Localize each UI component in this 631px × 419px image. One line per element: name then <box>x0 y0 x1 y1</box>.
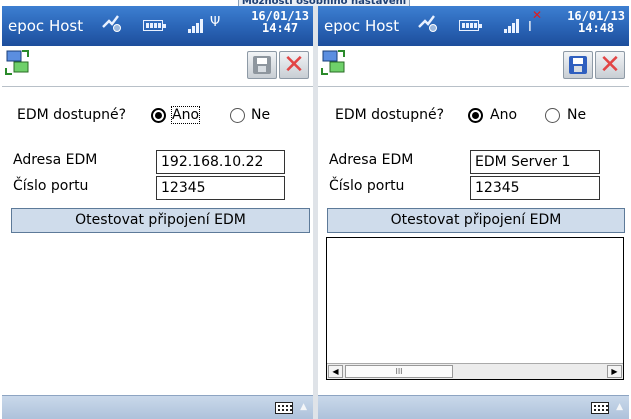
bottom-bar: ▲ <box>318 395 629 419</box>
clock[interactable]: 16/01/13 14:47 <box>251 10 309 34</box>
test-connection-button[interactable]: Otestovat připojení EDM <box>327 208 625 233</box>
test-results-list[interactable]: ◀ III ▶ <box>326 237 624 380</box>
port-label: Číslo portu <box>13 178 89 194</box>
close-button[interactable]: ✕ <box>279 51 309 79</box>
edm-available-label: EDM dostupné? <box>17 107 127 123</box>
save-icon <box>253 56 271 74</box>
input-menu-arrow-icon[interactable]: ▲ <box>300 402 307 412</box>
save-button[interactable] <box>247 51 277 79</box>
radio-yes[interactable] <box>468 108 483 123</box>
close-icon: ✕ <box>283 50 305 80</box>
save-icon <box>569 56 587 74</box>
right-device-screen: epoc Host ✕ Ι 16/01/13 14:48 ✕ EDM dostup… <box>318 6 629 419</box>
radio-yes-label[interactable]: Ano <box>170 106 201 124</box>
scroll-thumb[interactable]: III <box>345 365 453 378</box>
scroll-left-button[interactable]: ◀ <box>328 365 343 378</box>
address-label: Adresa EDM <box>13 152 98 168</box>
keyboard-icon[interactable] <box>591 402 609 414</box>
address-field[interactable]: EDM Server 1 <box>470 150 600 174</box>
port-label: Číslo portu <box>329 178 405 194</box>
bottom-bar: ▲ <box>2 395 313 419</box>
horizontal-scrollbar[interactable]: ◀ III ▶ <box>327 363 623 379</box>
port-field[interactable]: 12345 <box>156 176 285 200</box>
title-bar: epoc Host Ψ 16/01/13 14:47 <box>2 6 313 46</box>
radio-no[interactable] <box>545 108 560 123</box>
test-connection-button[interactable]: Otestovat připojení EDM <box>11 208 310 233</box>
save-button[interactable] <box>563 51 593 79</box>
title-bar: epoc Host ✕ Ι 16/01/13 14:48 <box>318 6 629 46</box>
input-menu-arrow-icon[interactable]: ▲ <box>616 402 623 412</box>
battery-icon[interactable] <box>459 20 482 31</box>
close-icon: ✕ <box>599 50 621 80</box>
radio-no[interactable] <box>230 108 245 123</box>
toolbar: ✕ <box>2 46 313 87</box>
antenna-icon[interactable]: Ψ <box>210 15 220 30</box>
address-field[interactable]: 192.168.10.22 <box>156 150 285 174</box>
port-field[interactable]: 12345 <box>470 176 600 200</box>
radio-yes-label[interactable]: Ano <box>490 107 517 123</box>
app-title: epoc Host <box>324 17 400 35</box>
scroll-right-button[interactable]: ▶ <box>607 365 622 378</box>
toolbar: ✕ <box>318 46 629 87</box>
sync-icon[interactable] <box>100 12 122 34</box>
app-title: epoc Host <box>8 17 84 35</box>
antenna-icon[interactable]: Ι <box>528 20 532 35</box>
radio-no-label[interactable]: Ne <box>251 107 270 123</box>
keyboard-icon[interactable] <box>275 402 293 414</box>
close-button[interactable]: ✕ <box>595 51 625 79</box>
address-label: Adresa EDM <box>329 152 414 168</box>
signal-icon[interactable] <box>188 19 206 33</box>
edm-available-label: EDM dostupné? <box>335 107 445 123</box>
battery-icon[interactable] <box>143 20 166 31</box>
radio-yes[interactable] <box>151 108 166 123</box>
sync-icon[interactable] <box>416 12 438 34</box>
clock[interactable]: 16/01/13 14:48 <box>567 10 625 34</box>
signal-icon[interactable] <box>504 19 522 33</box>
radio-no-label[interactable]: Ne <box>567 107 586 123</box>
radio-off-icon: ✕ <box>532 8 543 22</box>
left-device-screen: epoc Host Ψ 16/01/13 14:47 ✕ EDM dostupné… <box>2 6 313 419</box>
connection-icon[interactable] <box>320 48 346 78</box>
connection-icon[interactable] <box>4 48 30 78</box>
